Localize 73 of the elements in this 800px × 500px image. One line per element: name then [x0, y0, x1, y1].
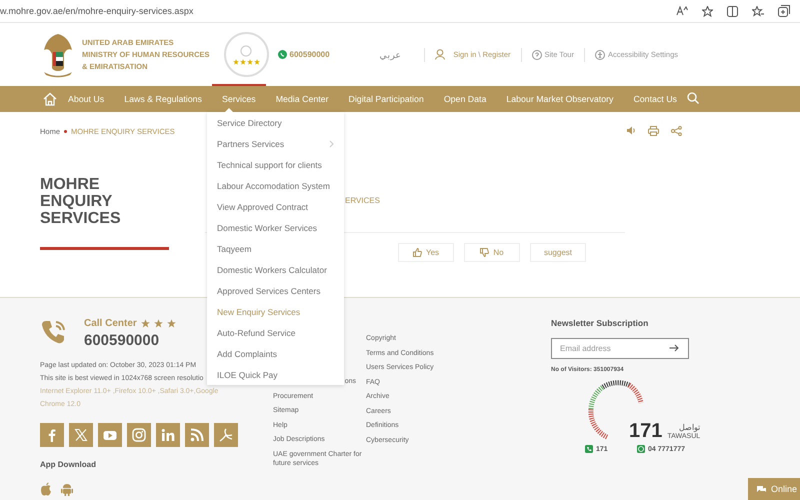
star-icon — [166, 319, 176, 328]
tawasul-arabic: تواصل — [679, 423, 700, 432]
menu-item[interactable]: Domestic Worker Services — [207, 217, 344, 238]
language-link[interactable]: عربي — [379, 50, 400, 60]
document-icon[interactable] — [214, 423, 238, 447]
split-screen-icon[interactable] — [727, 6, 738, 16]
thumbs-down-icon — [480, 248, 490, 257]
nav-item[interactable]: Labour Market Observatory — [496, 86, 624, 112]
page-subtitle: ERVICES — [345, 196, 380, 205]
breadcrumb-separator-icon — [64, 130, 68, 132]
menu-item[interactable]: Domestic Workers Calculator — [207, 259, 344, 280]
thumbs-up-icon — [412, 248, 422, 257]
x-icon[interactable] — [69, 423, 93, 447]
menu-item[interactable]: New Enquiry Services — [207, 301, 344, 322]
help-icon[interactable] — [532, 50, 542, 60]
menu-item[interactable]: Taqyeem — [207, 238, 344, 259]
menu-item[interactable]: Auto-Refund Service — [207, 322, 344, 343]
home-icon[interactable] — [42, 92, 58, 106]
star-icon — [140, 319, 150, 328]
read-aloud-icon[interactable] — [676, 6, 688, 16]
menu-item[interactable]: Approved Services Centers — [207, 280, 344, 301]
menu-item[interactable]: Add Complaints — [207, 343, 344, 364]
phone-number[interactable]: 600590000 — [290, 50, 330, 59]
nav-item[interactable]: Services — [212, 86, 266, 112]
share-icon[interactable] — [671, 126, 682, 136]
print-icon[interactable] — [648, 126, 659, 136]
phone-icon — [40, 318, 68, 346]
email-field[interactable]: Email address — [551, 338, 689, 359]
arrow-right-icon[interactable] — [669, 344, 679, 352]
facebook-icon[interactable] — [40, 423, 64, 447]
nav-item[interactable]: About Us — [58, 86, 114, 112]
menu-item[interactable]: Service Directory — [207, 112, 344, 133]
video-icon[interactable] — [98, 423, 122, 447]
star-icon[interactable] — [702, 6, 713, 16]
menu-item[interactable]: Partners Services — [207, 133, 344, 154]
nav-item[interactable]: Digital Participation — [338, 86, 434, 112]
suggest-button[interactable]: suggest — [530, 243, 586, 262]
page-title-line: MOHRE — [40, 176, 101, 193]
user-icon[interactable] — [435, 49, 446, 60]
rss-icon[interactable] — [185, 423, 209, 447]
search-icon[interactable] — [686, 92, 699, 104]
page-title-line: SERVICES — [40, 210, 122, 227]
chat-icon — [756, 484, 767, 494]
app-download-label: App Download — [40, 460, 97, 469]
no-button[interactable]: No — [464, 243, 520, 262]
nav-item[interactable]: Contact Us — [623, 86, 687, 112]
online-chat-button[interactable]: Online — [748, 478, 800, 500]
network-icon[interactable] — [156, 423, 180, 447]
call-center-number[interactable]: 600590000 — [84, 332, 176, 349]
android-icon[interactable] — [61, 482, 73, 496]
accessibility-icon[interactable] — [594, 50, 605, 60]
call-center-label: Call Center — [84, 318, 137, 329]
menu-item[interactable]: Labour Accomodation System — [207, 175, 344, 196]
newsletter-title: Newsletter Subscription — [551, 318, 650, 328]
star-icon — [154, 319, 163, 328]
camera-icon[interactable] — [127, 423, 151, 447]
menu-item[interactable]: ILOE Quick Pay — [207, 364, 344, 385]
favorites-icon[interactable] — [752, 6, 764, 16]
yes-button[interactable]: Yes — [398, 243, 454, 262]
nav-item[interactable]: Laws & Regulations — [114, 86, 212, 112]
page-title-line: ENQUIRY — [40, 193, 114, 210]
nav-item[interactable]: Open Data — [434, 86, 496, 112]
nav-item[interactable]: Media Center — [266, 86, 338, 112]
collections-icon[interactable] — [778, 5, 790, 17]
whatsapp-icon[interactable] — [278, 50, 287, 59]
menu-item[interactable]: Technical support for clients — [207, 154, 344, 175]
address-url[interactable]: w.mohre.gov.ae/en/mohre-enquiry-services.aspx — [0, 6, 676, 16]
menu-item[interactable]: View Approved Contract — [207, 196, 344, 217]
chevron-right-icon — [329, 140, 334, 148]
speaker-icon[interactable] — [626, 126, 636, 135]
apple-icon[interactable] — [40, 482, 52, 496]
phone-icon — [585, 445, 593, 453]
whatsapp-icon — [637, 445, 646, 453]
